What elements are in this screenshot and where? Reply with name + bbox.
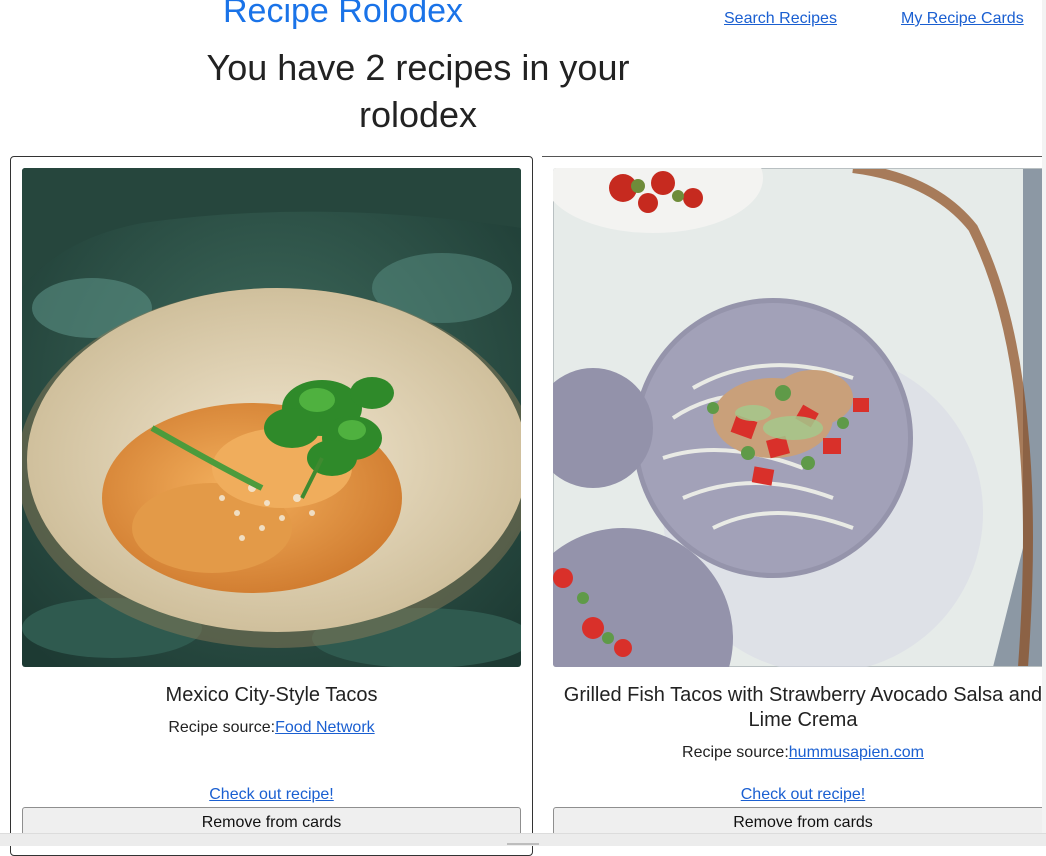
tacos-photo-illustration — [22, 168, 521, 667]
horizontal-scrollbar[interactable] — [0, 833, 1046, 846]
recipe-photo-fish-tacos — [553, 168, 1046, 667]
recipe-title: Mexico City-Style Tacos — [165, 684, 378, 706]
recipe-title: Grilled Fish Tacos with Strawberry Avoca… — [563, 684, 1043, 731]
recipe-source-line: Recipe source:Food Network — [22, 719, 521, 737]
recipe-card: Grilled Fish Tacos with Strawberry Avoca… — [542, 156, 1046, 856]
recipe-photo-tacos — [22, 168, 521, 667]
page-subtitle: You have 2 recipes in your rolodex — [206, 47, 630, 135]
recipe-source-line: Recipe source:hummusapien.com — [553, 744, 1046, 762]
check-out-recipe-link[interactable]: Check out recipe! — [741, 786, 866, 803]
check-out-recipe-link[interactable]: Check out recipe! — [209, 786, 334, 803]
fish-tacos-photo-illustration — [553, 168, 1046, 667]
recipe-source-link[interactable]: Food Network — [275, 719, 375, 736]
vertical-scrollbar[interactable] — [1042, 0, 1046, 833]
nav-search-recipes-link[interactable]: Search Recipes — [724, 10, 837, 28]
brand-title[interactable]: Recipe Rolodex — [223, 0, 463, 31]
nav-my-recipe-cards-link[interactable]: My Recipe Cards — [901, 10, 1024, 28]
recipe-source-label: Recipe source: — [682, 744, 789, 761]
recipe-card: Mexico City-Style Tacos Recipe source:Fo… — [10, 156, 533, 856]
recipe-source-label: Recipe source: — [168, 719, 276, 736]
recipe-source-link[interactable]: hummusapien.com — [789, 744, 924, 761]
